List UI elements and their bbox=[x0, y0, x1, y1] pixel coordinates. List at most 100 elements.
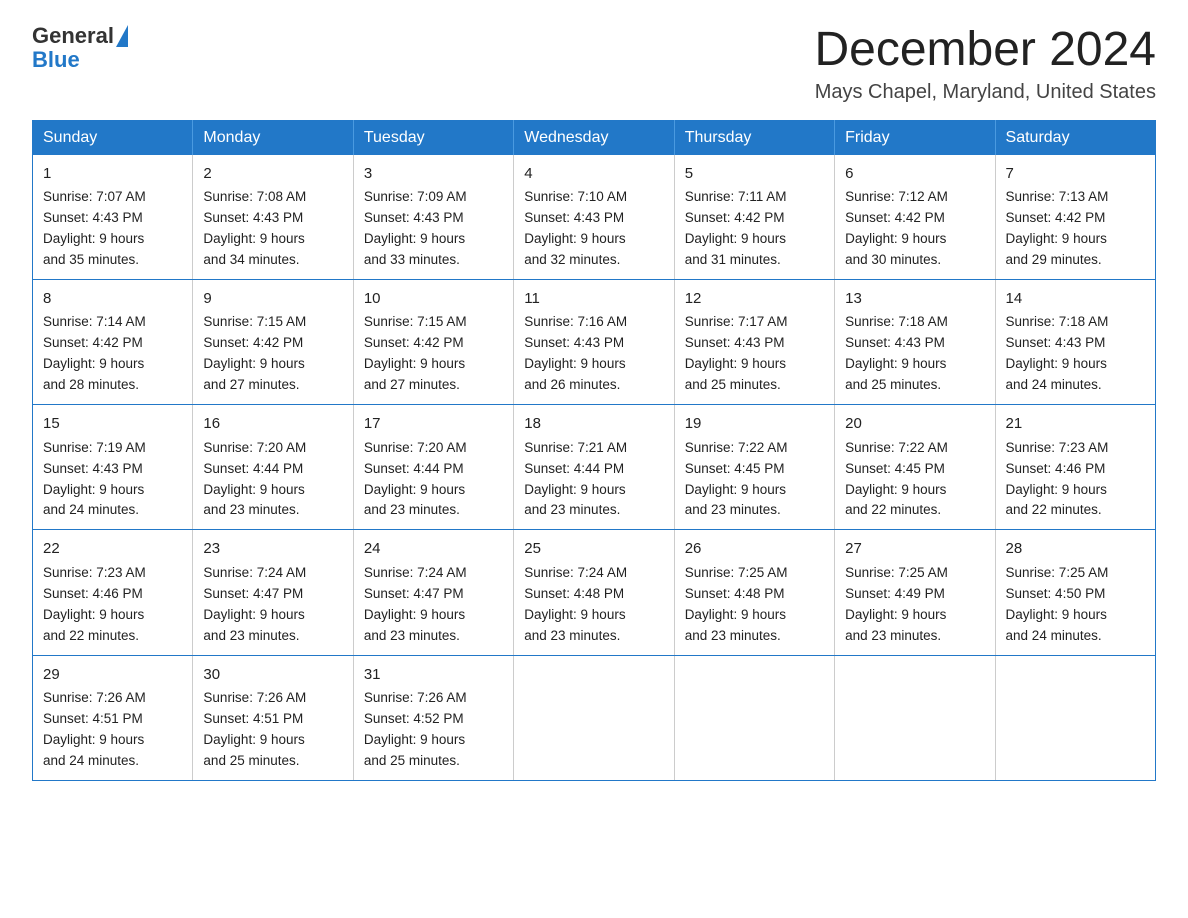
day-number: 1 bbox=[43, 163, 182, 186]
day-info: Sunrise: 7:24 AMSunset: 4:47 PMDaylight:… bbox=[364, 565, 467, 643]
day-number: 26 bbox=[685, 538, 824, 561]
logo-triangle-icon bbox=[116, 25, 128, 47]
day-number: 6 bbox=[845, 163, 984, 186]
table-row: 14 Sunrise: 7:18 AMSunset: 4:43 PMDaylig… bbox=[995, 279, 1155, 404]
day-number: 12 bbox=[685, 288, 824, 311]
day-info: Sunrise: 7:18 AMSunset: 4:43 PMDaylight:… bbox=[1006, 314, 1109, 392]
day-number: 7 bbox=[1006, 163, 1145, 186]
header-wednesday: Wednesday bbox=[514, 120, 674, 155]
day-info: Sunrise: 7:20 AMSunset: 4:44 PMDaylight:… bbox=[364, 440, 467, 518]
day-info: Sunrise: 7:15 AMSunset: 4:42 PMDaylight:… bbox=[364, 314, 467, 392]
table-row: 13 Sunrise: 7:18 AMSunset: 4:43 PMDaylig… bbox=[835, 279, 995, 404]
title-section: December 2024 Mays Chapel, Maryland, Uni… bbox=[814, 24, 1156, 104]
day-number: 23 bbox=[203, 538, 342, 561]
table-row: 4 Sunrise: 7:10 AMSunset: 4:43 PMDayligh… bbox=[514, 155, 674, 280]
day-number: 13 bbox=[845, 288, 984, 311]
month-year-title: December 2024 bbox=[814, 24, 1156, 77]
day-info: Sunrise: 7:15 AMSunset: 4:42 PMDaylight:… bbox=[203, 314, 306, 392]
table-row: 8 Sunrise: 7:14 AMSunset: 4:42 PMDayligh… bbox=[33, 279, 193, 404]
day-info: Sunrise: 7:23 AMSunset: 4:46 PMDaylight:… bbox=[43, 565, 146, 643]
table-row: 2 Sunrise: 7:08 AMSunset: 4:43 PMDayligh… bbox=[193, 155, 353, 280]
table-row: 11 Sunrise: 7:16 AMSunset: 4:43 PMDaylig… bbox=[514, 279, 674, 404]
table-row bbox=[835, 655, 995, 780]
table-row: 26 Sunrise: 7:25 AMSunset: 4:48 PMDaylig… bbox=[674, 530, 834, 655]
day-info: Sunrise: 7:25 AMSunset: 4:49 PMDaylight:… bbox=[845, 565, 948, 643]
table-row: 22 Sunrise: 7:23 AMSunset: 4:46 PMDaylig… bbox=[33, 530, 193, 655]
header-friday: Friday bbox=[835, 120, 995, 155]
day-info: Sunrise: 7:10 AMSunset: 4:43 PMDaylight:… bbox=[524, 189, 627, 267]
table-row: 30 Sunrise: 7:26 AMSunset: 4:51 PMDaylig… bbox=[193, 655, 353, 780]
table-row: 16 Sunrise: 7:20 AMSunset: 4:44 PMDaylig… bbox=[193, 405, 353, 530]
table-row bbox=[995, 655, 1155, 780]
header-saturday: Saturday bbox=[995, 120, 1155, 155]
day-number: 11 bbox=[524, 288, 663, 311]
table-row: 31 Sunrise: 7:26 AMSunset: 4:52 PMDaylig… bbox=[353, 655, 513, 780]
table-row: 9 Sunrise: 7:15 AMSunset: 4:42 PMDayligh… bbox=[193, 279, 353, 404]
table-row bbox=[674, 655, 834, 780]
table-row: 1 Sunrise: 7:07 AMSunset: 4:43 PMDayligh… bbox=[33, 155, 193, 280]
table-row: 19 Sunrise: 7:22 AMSunset: 4:45 PMDaylig… bbox=[674, 405, 834, 530]
calendar-table: Sunday Monday Tuesday Wednesday Thursday… bbox=[32, 120, 1156, 781]
day-info: Sunrise: 7:07 AMSunset: 4:43 PMDaylight:… bbox=[43, 189, 146, 267]
day-info: Sunrise: 7:26 AMSunset: 4:51 PMDaylight:… bbox=[203, 690, 306, 768]
calendar-week-row: 1 Sunrise: 7:07 AMSunset: 4:43 PMDayligh… bbox=[33, 155, 1156, 280]
table-row: 12 Sunrise: 7:17 AMSunset: 4:43 PMDaylig… bbox=[674, 279, 834, 404]
day-number: 2 bbox=[203, 163, 342, 186]
day-info: Sunrise: 7:20 AMSunset: 4:44 PMDaylight:… bbox=[203, 440, 306, 518]
table-row bbox=[514, 655, 674, 780]
day-number: 15 bbox=[43, 413, 182, 436]
logo: General Blue bbox=[32, 24, 128, 72]
day-info: Sunrise: 7:08 AMSunset: 4:43 PMDaylight:… bbox=[203, 189, 306, 267]
day-number: 8 bbox=[43, 288, 182, 311]
table-row: 23 Sunrise: 7:24 AMSunset: 4:47 PMDaylig… bbox=[193, 530, 353, 655]
day-number: 17 bbox=[364, 413, 503, 436]
table-row: 20 Sunrise: 7:22 AMSunset: 4:45 PMDaylig… bbox=[835, 405, 995, 530]
day-info: Sunrise: 7:22 AMSunset: 4:45 PMDaylight:… bbox=[685, 440, 788, 518]
location-subtitle: Mays Chapel, Maryland, United States bbox=[814, 81, 1156, 104]
table-row: 3 Sunrise: 7:09 AMSunset: 4:43 PMDayligh… bbox=[353, 155, 513, 280]
table-row: 10 Sunrise: 7:15 AMSunset: 4:42 PMDaylig… bbox=[353, 279, 513, 404]
day-number: 16 bbox=[203, 413, 342, 436]
day-info: Sunrise: 7:22 AMSunset: 4:45 PMDaylight:… bbox=[845, 440, 948, 518]
day-number: 10 bbox=[364, 288, 503, 311]
header-sunday: Sunday bbox=[33, 120, 193, 155]
day-info: Sunrise: 7:25 AMSunset: 4:50 PMDaylight:… bbox=[1006, 565, 1109, 643]
calendar-week-row: 22 Sunrise: 7:23 AMSunset: 4:46 PMDaylig… bbox=[33, 530, 1156, 655]
table-row: 28 Sunrise: 7:25 AMSunset: 4:50 PMDaylig… bbox=[995, 530, 1155, 655]
calendar-week-row: 29 Sunrise: 7:26 AMSunset: 4:51 PMDaylig… bbox=[33, 655, 1156, 780]
table-row: 24 Sunrise: 7:24 AMSunset: 4:47 PMDaylig… bbox=[353, 530, 513, 655]
header-thursday: Thursday bbox=[674, 120, 834, 155]
day-info: Sunrise: 7:13 AMSunset: 4:42 PMDaylight:… bbox=[1006, 189, 1109, 267]
day-info: Sunrise: 7:11 AMSunset: 4:42 PMDaylight:… bbox=[685, 189, 787, 267]
table-row: 7 Sunrise: 7:13 AMSunset: 4:42 PMDayligh… bbox=[995, 155, 1155, 280]
day-info: Sunrise: 7:16 AMSunset: 4:43 PMDaylight:… bbox=[524, 314, 627, 392]
weekday-header-row: Sunday Monday Tuesday Wednesday Thursday… bbox=[33, 120, 1156, 155]
day-info: Sunrise: 7:09 AMSunset: 4:43 PMDaylight:… bbox=[364, 189, 467, 267]
day-info: Sunrise: 7:26 AMSunset: 4:52 PMDaylight:… bbox=[364, 690, 467, 768]
table-row: 21 Sunrise: 7:23 AMSunset: 4:46 PMDaylig… bbox=[995, 405, 1155, 530]
day-number: 21 bbox=[1006, 413, 1145, 436]
day-info: Sunrise: 7:24 AMSunset: 4:48 PMDaylight:… bbox=[524, 565, 627, 643]
day-number: 27 bbox=[845, 538, 984, 561]
day-info: Sunrise: 7:18 AMSunset: 4:43 PMDaylight:… bbox=[845, 314, 948, 392]
day-number: 29 bbox=[43, 664, 182, 687]
day-info: Sunrise: 7:24 AMSunset: 4:47 PMDaylight:… bbox=[203, 565, 306, 643]
day-info: Sunrise: 7:19 AMSunset: 4:43 PMDaylight:… bbox=[43, 440, 146, 518]
header-monday: Monday bbox=[193, 120, 353, 155]
day-info: Sunrise: 7:12 AMSunset: 4:42 PMDaylight:… bbox=[845, 189, 948, 267]
calendar-week-row: 15 Sunrise: 7:19 AMSunset: 4:43 PMDaylig… bbox=[33, 405, 1156, 530]
logo-general: General bbox=[32, 24, 114, 48]
day-number: 18 bbox=[524, 413, 663, 436]
table-row: 25 Sunrise: 7:24 AMSunset: 4:48 PMDaylig… bbox=[514, 530, 674, 655]
day-info: Sunrise: 7:14 AMSunset: 4:42 PMDaylight:… bbox=[43, 314, 146, 392]
table-row: 15 Sunrise: 7:19 AMSunset: 4:43 PMDaylig… bbox=[33, 405, 193, 530]
day-number: 9 bbox=[203, 288, 342, 311]
day-info: Sunrise: 7:26 AMSunset: 4:51 PMDaylight:… bbox=[43, 690, 146, 768]
table-row: 18 Sunrise: 7:21 AMSunset: 4:44 PMDaylig… bbox=[514, 405, 674, 530]
table-row: 5 Sunrise: 7:11 AMSunset: 4:42 PMDayligh… bbox=[674, 155, 834, 280]
day-info: Sunrise: 7:23 AMSunset: 4:46 PMDaylight:… bbox=[1006, 440, 1109, 518]
day-number: 14 bbox=[1006, 288, 1145, 311]
day-info: Sunrise: 7:17 AMSunset: 4:43 PMDaylight:… bbox=[685, 314, 788, 392]
day-number: 19 bbox=[685, 413, 824, 436]
day-number: 24 bbox=[364, 538, 503, 561]
